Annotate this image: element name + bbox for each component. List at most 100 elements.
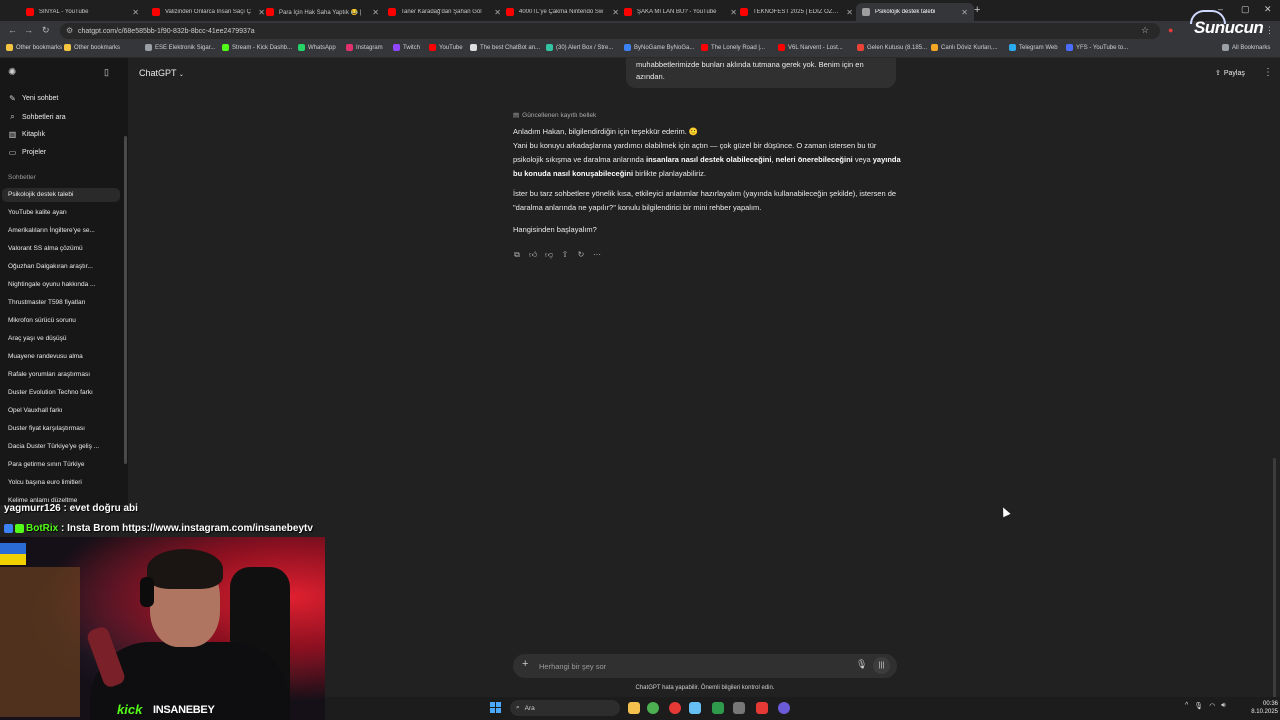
chevron-up-icon[interactable]: ^ (1185, 702, 1188, 710)
chat-history-item[interactable]: Amerikalıların İngiltere'ye se... (8, 224, 118, 238)
bookmark-label: (30) Alert Box / Stre... (556, 44, 614, 51)
back-icon[interactable]: ← (8, 25, 17, 35)
steam-icon[interactable] (689, 702, 701, 714)
browser-tab[interactable]: 4000TL'ye Çakma Nintendo Sw ✕ (500, 3, 625, 21)
bookmark-item[interactable]: ESE Elektronik Sigar... (145, 44, 215, 51)
close-tab-icon[interactable]: ✕ (961, 8, 968, 17)
bot-badge-icon (4, 523, 13, 533)
chat-history-item[interactable]: Thrustmaster T598 fiyatları (8, 296, 118, 310)
voice-mode-icon[interactable]: ||| (873, 657, 890, 674)
chat-history-item[interactable]: Rafale yorumları araştırması (8, 368, 118, 382)
chat-history-item[interactable]: Duster Evolution Techno farkı (8, 386, 118, 400)
reload-icon[interactable]: ↻ (42, 25, 50, 36)
extension-icon[interactable]: ● (1168, 25, 1173, 35)
bookmark-item[interactable]: Instagram (346, 44, 383, 51)
browser-tab[interactable]: SINYAL - YouTube ✕ (20, 3, 145, 21)
bookmark-label: V6L Narvent - Lost... (788, 44, 843, 51)
microphone-icon[interactable]: 🎙︎ (856, 659, 867, 670)
bookmark-item[interactable]: Gelen Kutusu (8.185... (857, 44, 927, 51)
sidebar-nav-item[interactable]: ▭ Projeler (8, 148, 46, 157)
app-icon[interactable] (778, 702, 790, 714)
close-tab-icon[interactable]: ✕ (846, 8, 853, 17)
chat-history-item[interactable]: Dacia Duster Türkiye'ye geliş ... (8, 440, 118, 454)
main-scrollbar[interactable] (1273, 458, 1276, 698)
all-bookmarks[interactable]: All Bookmarks (1222, 44, 1270, 51)
sidebar-nav-label: Kitaplık (22, 131, 45, 138)
share-icon[interactable]: ⇧ (561, 250, 569, 260)
site-info-icon[interactable]: ⚙ (66, 26, 73, 35)
bookmark-item[interactable]: Telegram Web (1009, 44, 1058, 51)
wifi-icon[interactable]: ◠ (1209, 702, 1215, 710)
app-icon[interactable] (669, 702, 681, 714)
volume-icon[interactable]: 🔊︎ (1221, 702, 1225, 710)
browser-tab[interactable]: TEKNOFEST 2025 | EDİZ ÖZCAN ✕ (734, 3, 859, 21)
thumbs-up-icon[interactable]: 👍︎ (529, 250, 537, 260)
copy-icon[interactable]: ⧉ (513, 250, 521, 260)
chrome-icon[interactable] (647, 702, 659, 714)
windows-start-icon[interactable] (490, 702, 501, 713)
openai-logo-icon[interactable]: ✺ (8, 67, 16, 78)
chat-history-item[interactable]: Para getirme sınırı Türkiye (8, 458, 118, 472)
url-bar[interactable]: ⚙ chatgpt.com/c/68e585bb-1f90-832b-8bcc-… (60, 23, 1160, 39)
model-picker[interactable]: ChatGPT ⌄ (139, 68, 184, 78)
more-options-icon[interactable]: ⋮ (1263, 67, 1273, 78)
close-tab-icon[interactable]: ✕ (372, 8, 379, 17)
sidebar-nav-item[interactable]: ▥ Kitaplık (8, 130, 45, 139)
bookmark-item[interactable]: (30) Alert Box / Stre... (546, 44, 613, 51)
browser-tab[interactable]: Valizinden Onlarca İnsan Saçı Ç ✕ (146, 3, 271, 21)
taskbar-search[interactable]: ⌕ Ara (510, 700, 620, 716)
more-icon[interactable]: ⋯ (593, 250, 601, 260)
calculator-icon[interactable] (733, 702, 745, 714)
chat-history-item[interactable]: YouTube kalite ayarı (8, 206, 118, 220)
chat-history-item[interactable]: Oğuzhan Dalgakıran araştır... (8, 260, 118, 274)
sidebar-scrollbar[interactable] (124, 136, 127, 464)
bookmark-item[interactable]: YouTube (429, 44, 463, 51)
bookmark-item[interactable]: Twitch (393, 44, 420, 51)
browser-tab[interactable]: Taner Karadağ'dan Şahan Göl ✕ (382, 3, 507, 21)
bookmark-item[interactable]: The Lonely Road |... (701, 44, 765, 51)
tab-favicon-icon (152, 8, 160, 16)
chat-history-item[interactable]: Duster fiyat karşılaştırması (8, 422, 118, 436)
sidebar-nav-item[interactable]: ✎ Yeni sohbet (8, 94, 58, 103)
bookmark-star-icon[interactable]: ☆ (1141, 25, 1149, 36)
bookmark-item[interactable]: Canlı Döviz Kurları,... (931, 44, 998, 51)
sidebar-toggle-icon[interactable]: ▯ (104, 67, 109, 78)
stream-chat-overlay: yagmurr126 : evet doğru abi BotRix : Ins… (0, 500, 360, 540)
chat-history-item[interactable]: Psikolojik destek talebi (2, 188, 120, 202)
bookmark-item[interactable]: Other bookmarks (6, 44, 62, 51)
bookmark-item[interactable]: Stream - Kick Dashb... (222, 44, 292, 51)
browser-tab[interactable]: ŞAKA MI LAN BU? - YouTube ✕ (618, 3, 743, 21)
recorder-icon[interactable] (756, 702, 768, 714)
chat-history-item[interactable]: Nightingale oyunu hakkında ... (8, 278, 118, 292)
new-tab-button[interactable]: + (974, 4, 980, 16)
share-button[interactable]: ⇪ Paylaş (1215, 69, 1245, 78)
thumbs-down-icon[interactable]: 👎︎ (545, 250, 553, 260)
browser-tab[interactable]: Psikolojik destek talebi ✕ (856, 3, 974, 21)
file-explorer-icon[interactable] (628, 702, 640, 714)
chat-history-item[interactable]: Opel Vauxhall farkı (8, 404, 118, 418)
regenerate-icon[interactable]: ↻ (577, 250, 585, 260)
bookmark-label: Other bookmarks (74, 44, 121, 51)
prompt-input[interactable] (539, 660, 839, 672)
chat-history-item[interactable]: Valorant SS alma çözümü (8, 242, 118, 256)
bookmark-item[interactable]: The best ChatBot an... (470, 44, 540, 51)
bookmark-item[interactable]: WhatsApp (298, 44, 336, 51)
forward-icon[interactable]: → (24, 25, 33, 35)
browser-tab[interactable]: Para İçin Hak Saha Yaptık 😂 | ✕ (260, 3, 385, 21)
webcam-feed (0, 537, 325, 720)
microphone-icon[interactable]: 🎙︎ (1194, 702, 1203, 710)
excel-icon[interactable] (712, 702, 724, 714)
bookmark-item[interactable]: V6L Narvent - Lost... (778, 44, 843, 51)
attach-plus-icon[interactable]: + (522, 658, 528, 670)
bookmark-item[interactable]: ByNoGame ByNoGa... (624, 44, 694, 51)
clock[interactable]: 00:36 8.10.2025 (1250, 700, 1278, 716)
chat-history-item[interactable]: Muayene randevusu alma (8, 350, 118, 364)
chat-history-item[interactable]: Yolcu başına euro limitleri (8, 476, 118, 490)
chat-history-item[interactable]: Mikrofon sürücü sorunu (8, 314, 118, 328)
bookmark-item[interactable]: YFS - YouTube to... (1066, 44, 1128, 51)
sidebar-nav-item[interactable]: ⌕ Sohbetleri ara (8, 112, 65, 122)
memory-updated-note[interactable]: ▤ Güncellenen kayıtlı bellek (513, 111, 596, 120)
chat-history-item[interactable]: Araç yaşı ve düşüşü (8, 332, 118, 346)
close-tab-icon[interactable]: ✕ (132, 8, 139, 17)
bookmark-item[interactable]: Other bookmarks (64, 44, 120, 51)
